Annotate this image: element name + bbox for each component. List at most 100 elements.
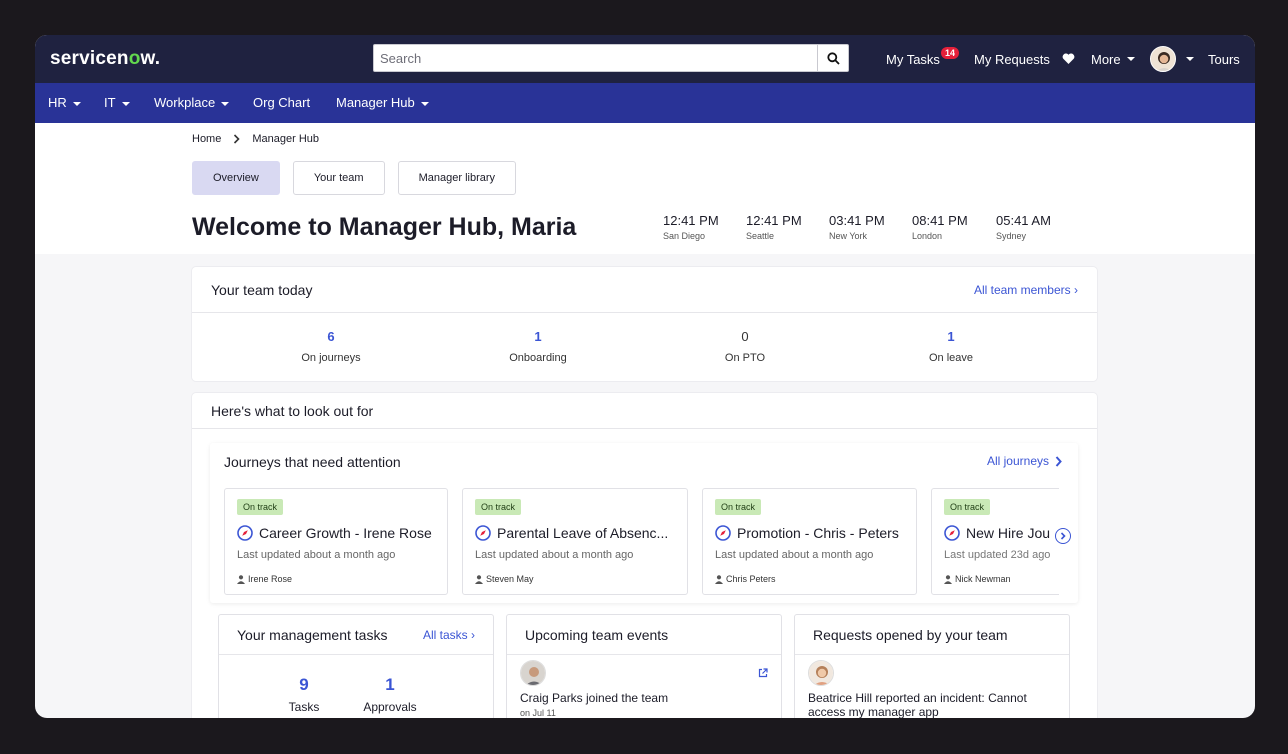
compass-icon bbox=[715, 525, 731, 541]
stat-on-journeys[interactable]: 6 On journeys bbox=[271, 329, 391, 364]
all-tasks-link[interactable]: All tasks › bbox=[423, 628, 475, 642]
status-badge: On track bbox=[475, 499, 522, 515]
avatar bbox=[520, 660, 546, 686]
team-today-title: Your team today bbox=[211, 281, 313, 298]
external-link-icon[interactable] bbox=[758, 668, 768, 678]
avatar bbox=[808, 660, 834, 686]
journey-card[interactable]: On track Career Growth - Irene Rose Last… bbox=[224, 488, 448, 595]
journey-updated: Last updated about a month ago bbox=[237, 549, 396, 561]
tours-link[interactable]: Tours bbox=[1208, 35, 1240, 83]
nav-workplace[interactable]: Workplace bbox=[154, 95, 230, 110]
nav-it[interactable]: IT bbox=[104, 95, 130, 110]
tab-overview[interactable]: Overview bbox=[192, 161, 280, 195]
journey-updated: Last updated about a month ago bbox=[475, 549, 634, 561]
journey-person: Irene Rose bbox=[248, 574, 293, 584]
chevron-down-icon bbox=[121, 101, 130, 106]
breadcrumb: Home Manager Hub bbox=[192, 133, 319, 145]
main-nav: HR IT Workplace Org Chart Manager Hub bbox=[35, 83, 1255, 123]
my-tasks-link[interactable]: My Tasks 14 bbox=[886, 35, 959, 83]
nav-org-chart[interactable]: Org Chart bbox=[253, 95, 310, 110]
tasks-stat[interactable]: 9 Tasks bbox=[259, 675, 349, 714]
heart-icon bbox=[1062, 53, 1075, 64]
tab-manager-library[interactable]: Manager library bbox=[397, 161, 517, 195]
journey-title: Career Growth - Irene Rose bbox=[259, 525, 432, 541]
journey-card[interactable]: On track Parental Leave of Absenc... Las… bbox=[462, 488, 688, 595]
chevron-down-icon bbox=[72, 101, 81, 106]
journey-person: Steven May bbox=[486, 574, 534, 584]
world-clock-seattle: 12:41 PM Seattle bbox=[746, 213, 802, 241]
search-input[interactable] bbox=[374, 45, 817, 71]
chevron-right-icon: › bbox=[1074, 282, 1078, 297]
global-search bbox=[373, 44, 849, 72]
event-text[interactable]: Craig Parks joined the team bbox=[520, 691, 668, 705]
my-requests-link[interactable]: My Requests bbox=[974, 35, 1050, 83]
status-badge: On track bbox=[715, 499, 762, 515]
team-today-card: Your team today All team members › 6 On j… bbox=[192, 267, 1097, 381]
page-header: Home Manager Hub Overview Your team Mana… bbox=[35, 123, 1255, 254]
carousel-next-button[interactable] bbox=[1055, 528, 1071, 544]
compass-icon bbox=[944, 525, 960, 541]
team-events-title: Upcoming team events bbox=[525, 626, 669, 643]
journey-card[interactable]: On track Promotion - Chris - Peters Last… bbox=[702, 488, 917, 595]
journeys-carousel: On track Career Growth - Irene Rose Last… bbox=[224, 443, 1059, 603]
nav-hr[interactable]: HR bbox=[48, 95, 81, 110]
favorites-button[interactable] bbox=[1062, 35, 1075, 83]
journey-updated: Last updated about a month ago bbox=[715, 549, 874, 561]
search-button[interactable] bbox=[817, 45, 848, 71]
page-tabs: Overview Your team Manager library bbox=[192, 161, 517, 195]
person-icon bbox=[715, 574, 723, 584]
journeys-panel: Journeys that need attention All journey… bbox=[210, 443, 1078, 603]
world-clock-san-diego: 12:41 PM San Diego bbox=[663, 213, 719, 241]
journey-person: Chris Peters bbox=[726, 574, 776, 584]
chevron-right-icon: › bbox=[471, 627, 475, 642]
request-text[interactable]: Beatrice Hill reported an incident: Cann… bbox=[808, 691, 1058, 718]
stat-on-leave[interactable]: 1 On leave bbox=[891, 329, 1011, 364]
event-date: on Jul 11 bbox=[520, 708, 556, 718]
tab-your-team[interactable]: Your team bbox=[292, 161, 385, 195]
page-title: Welcome to Manager Hub, Maria bbox=[192, 213, 577, 241]
team-events-card: Upcoming team events Craig Parks joined … bbox=[506, 614, 782, 718]
all-team-members-link[interactable]: All team members › bbox=[974, 283, 1078, 297]
chevron-down-icon bbox=[1126, 57, 1135, 61]
chevron-down-icon bbox=[420, 101, 429, 106]
person-icon bbox=[944, 574, 952, 584]
journey-title: Parental Leave of Absenc... bbox=[497, 525, 669, 541]
chevron-right-icon bbox=[1060, 532, 1066, 540]
chevron-down-icon bbox=[221, 101, 230, 106]
breadcrumb-home[interactable]: Home bbox=[192, 133, 221, 145]
user-avatar bbox=[1150, 46, 1176, 72]
team-requests-title: Requests opened by your team bbox=[813, 626, 1008, 643]
servicenow-logo[interactable]: servicenow. bbox=[50, 48, 160, 70]
journey-card[interactable]: On track New Hire Jou Last updated 23d a… bbox=[931, 488, 1059, 595]
journey-title: Promotion - Chris - Peters bbox=[737, 525, 899, 541]
journey-updated: Last updated 23d ago bbox=[944, 549, 1051, 561]
stat-on-pto[interactable]: 0 On PTO bbox=[685, 329, 805, 364]
world-clock-london: 08:41 PM London bbox=[912, 213, 968, 241]
lookout-title: Here's what to look out for bbox=[211, 402, 374, 419]
world-clock-new-york: 03:41 PM New York bbox=[829, 213, 885, 241]
stat-onboarding[interactable]: 1 Onboarding bbox=[478, 329, 598, 364]
breadcrumb-current: Manager Hub bbox=[252, 133, 319, 145]
app-window: servicenow. My Tasks14 My Requests More … bbox=[35, 35, 1255, 718]
compass-icon bbox=[237, 525, 253, 541]
search-icon bbox=[826, 51, 840, 65]
chevron-right-icon bbox=[234, 134, 240, 144]
world-clock-sydney: 05:41 AM Sydney bbox=[996, 213, 1051, 241]
top-header: servicenow. My Tasks14 My Requests More … bbox=[35, 35, 1255, 83]
team-requests-card: Requests opened by your team Beatrice Hi… bbox=[794, 614, 1070, 718]
compass-icon bbox=[475, 525, 491, 541]
approvals-stat[interactable]: 1 Approvals bbox=[345, 675, 435, 714]
chevron-down-icon bbox=[1186, 57, 1194, 61]
person-icon bbox=[475, 574, 483, 584]
journey-title: New Hire Jou bbox=[966, 525, 1051, 541]
management-tasks-card: Your management tasks All tasks › 9 Tasks… bbox=[218, 614, 494, 718]
management-tasks-title: Your management tasks bbox=[237, 626, 388, 643]
user-menu[interactable] bbox=[1150, 35, 1194, 83]
nav-manager-hub[interactable]: Manager Hub bbox=[336, 95, 429, 110]
tasks-count-badge: 14 bbox=[940, 47, 959, 59]
journey-person: Nick Newman bbox=[955, 574, 1011, 584]
status-badge: On track bbox=[237, 499, 284, 515]
status-badge: On track bbox=[944, 499, 991, 515]
more-menu[interactable]: More bbox=[1091, 35, 1135, 83]
person-icon bbox=[237, 574, 245, 584]
